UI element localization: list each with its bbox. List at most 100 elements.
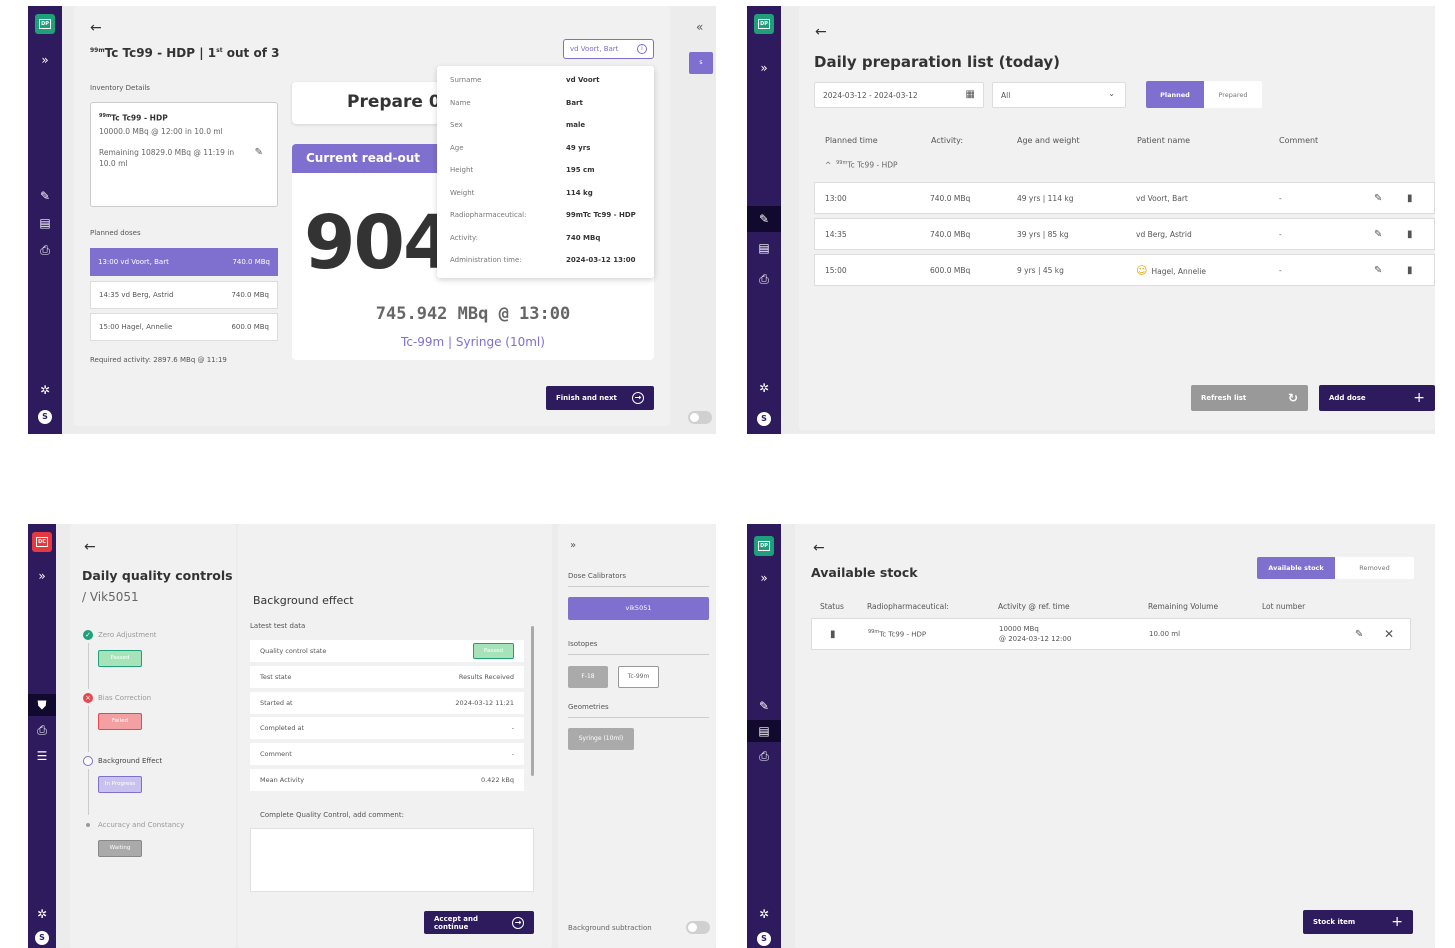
filter-select[interactable]: All ⌄ (992, 82, 1126, 108)
pencil-icon[interactable]: ✎ (747, 698, 781, 714)
side-toggle[interactable] (688, 411, 712, 424)
back-arrow-icon[interactable]: ← (815, 24, 827, 40)
step-connector (88, 706, 89, 752)
archive-icon[interactable]: ▤ (28, 215, 62, 231)
avatar[interactable]: S (38, 410, 52, 424)
settings-icon[interactable]: ✲ (28, 906, 56, 922)
stock-item-button[interactable]: Stock item + (1303, 910, 1413, 934)
main-panel: ← 99mTc Tc99 - HDP | 1st out of 3 vd Voo… (74, 6, 670, 426)
edit-inventory-icon[interactable]: ✎ (255, 147, 263, 158)
expand-nav-icon[interactable]: » (747, 570, 781, 586)
trash-icon[interactable]: ▮ (1407, 229, 1413, 240)
page-title: Available stock (811, 565, 918, 580)
geometry-option[interactable]: Syringe (10ml) (568, 728, 634, 750)
background-subtraction-toggle[interactable] (686, 921, 710, 934)
pencil-icon[interactable]: ✎ (747, 206, 781, 232)
app-logo[interactable]: DP (35, 14, 55, 34)
qc-step-label[interactable]: Background Effect (98, 757, 162, 765)
tab-prepared[interactable]: Prepared (1204, 81, 1262, 108)
dose-row[interactable]: 14:35 vd Berg, Astrid 740.0 MBq (90, 281, 278, 309)
dose-calibrator-option[interactable]: vik5051 (568, 597, 709, 620)
bullet-icon (86, 823, 90, 827)
qc-step-label[interactable]: Bias Correction (98, 694, 151, 702)
popover-key: Height (450, 166, 474, 174)
refresh-list-button[interactable]: Refresh list ↻ (1191, 385, 1308, 411)
smiley-icon: ☺ (1136, 263, 1148, 277)
close-icon[interactable]: ✕ (1384, 627, 1394, 641)
stock-row[interactable]: ▮ 99mTc Tc99 - HDP 10000 MBq @ 2024-03-12… (811, 618, 1411, 650)
side-badge[interactable]: s (689, 52, 713, 74)
edit-icon[interactable]: ✎ (1374, 229, 1382, 240)
archive-icon[interactable]: ▤ (747, 720, 781, 742)
expand-nav-icon[interactable]: » (747, 60, 781, 76)
report-icon[interactable]: ⎙ (747, 748, 781, 764)
qc-step-label[interactable]: Zero Adjustment (98, 631, 157, 639)
settings-icon[interactable]: ✲ (28, 382, 62, 398)
test-data-key: Comment (260, 750, 292, 759)
isotope-option[interactable]: Tc-99m (618, 666, 659, 688)
archive-icon[interactable]: ▤ (747, 240, 781, 256)
group-header[interactable]: ^ 99mTc Tc99 - HDP (825, 160, 898, 170)
pencil-icon[interactable]: ✎ (28, 188, 62, 204)
test-data-row: Completed at - (250, 717, 524, 740)
isotope-option[interactable]: F-18 (568, 666, 608, 688)
page-title: Daily quality controls (82, 568, 233, 583)
avatar[interactable]: S (757, 932, 771, 946)
popover-key: Radiopharmaceutical: (450, 211, 527, 219)
dose-row[interactable]: 13:00 vd Voort, Bart 740.0 MBq (90, 248, 278, 276)
settings-icon[interactable]: ✲ (747, 380, 781, 396)
back-arrow-icon[interactable]: ← (84, 539, 96, 555)
expand-nav-icon[interactable]: » (28, 52, 62, 68)
table-row[interactable]: 14:35 740.0 MBq 39 yrs | 85 kg vd Berg, Ast… (814, 218, 1435, 250)
trash-icon[interactable]: ▮ (1407, 265, 1413, 276)
cell-time: 13:00 (825, 193, 847, 203)
prepare-card: Prepare 0 (292, 82, 442, 124)
report-icon[interactable]: ⎙ (747, 271, 781, 287)
table-row[interactable]: 15:00 600.0 MBq 9 yrs | 45 kg ☺ Hagel, Annel… (814, 254, 1435, 286)
sliders-icon[interactable]: ☰ (28, 748, 56, 764)
back-arrow-icon[interactable]: ← (90, 20, 102, 36)
date-range-field[interactable]: 2024-03-12 - 2024-03-12 ▦ (814, 82, 984, 108)
accept-and-continue-button[interactable]: Accept and continue → (424, 911, 534, 934)
dose-row[interactable]: 15:00 Hagel, Annelie 600.0 MBq (90, 313, 278, 341)
report-icon[interactable]: ⎙ (28, 242, 62, 258)
nav-rail: DP » ✎ ▤ ⎙ ✲ S (747, 524, 781, 948)
avatar[interactable]: S (757, 412, 771, 426)
shield-icon[interactable]: ⛊ (28, 694, 56, 716)
qc-step-label[interactable]: Accuracy and Constancy (98, 821, 184, 829)
cell-activity: 740.0 MBq (930, 229, 971, 239)
test-data-key: Mean Activity (260, 776, 305, 784)
finish-and-next-button[interactable]: Finish and next → (546, 386, 654, 410)
edit-icon[interactable]: ✎ (1374, 265, 1382, 276)
cell-activity: 600.0 MBq (930, 265, 971, 275)
scrollbar[interactable] (531, 626, 534, 776)
trash-icon[interactable]: ▮ (1407, 193, 1413, 204)
table-row[interactable]: 13:00 740.0 MBq 49 yrs | 114 kg vd Voort, B… (814, 182, 1435, 214)
avatar[interactable]: S (35, 931, 49, 945)
expand-nav-icon[interactable]: » (28, 568, 56, 584)
plus-icon: + (1391, 914, 1403, 930)
collapse-side-icon[interactable]: « (696, 20, 703, 34)
tab-removed[interactable]: Removed (1335, 557, 1414, 579)
test-data-value: - (511, 724, 514, 733)
expand-side-icon[interactable]: » (570, 540, 576, 551)
test-data-row: Started at 2024-03-12 11:21 (250, 691, 524, 714)
report-icon[interactable]: ⎙ (28, 722, 56, 738)
patient-chip[interactable]: vd Voort, Bart i (563, 39, 654, 59)
app-logo[interactable]: DP (754, 536, 774, 556)
tab-planned[interactable]: Planned (1146, 81, 1204, 108)
comment-textarea[interactable] (250, 828, 534, 892)
edit-icon[interactable]: ✎ (1355, 629, 1363, 640)
popover-value: 49 yrs (566, 143, 591, 152)
cell-time: 15:00 (825, 265, 847, 275)
settings-icon[interactable]: ✲ (747, 906, 781, 922)
add-dose-button[interactable]: Add dose + (1319, 385, 1435, 411)
edit-icon[interactable]: ✎ (1374, 193, 1382, 204)
status-badge: Passed (98, 650, 142, 667)
test-data-value: 2024-03-12 11:21 (455, 698, 514, 707)
app-logo[interactable]: DP (754, 14, 774, 34)
back-arrow-icon[interactable]: ← (813, 540, 825, 556)
inventory-heading: Inventory Details (90, 84, 150, 92)
tab-available-stock[interactable]: Available stock (1257, 557, 1335, 579)
app-logo[interactable]: DC (32, 532, 52, 552)
